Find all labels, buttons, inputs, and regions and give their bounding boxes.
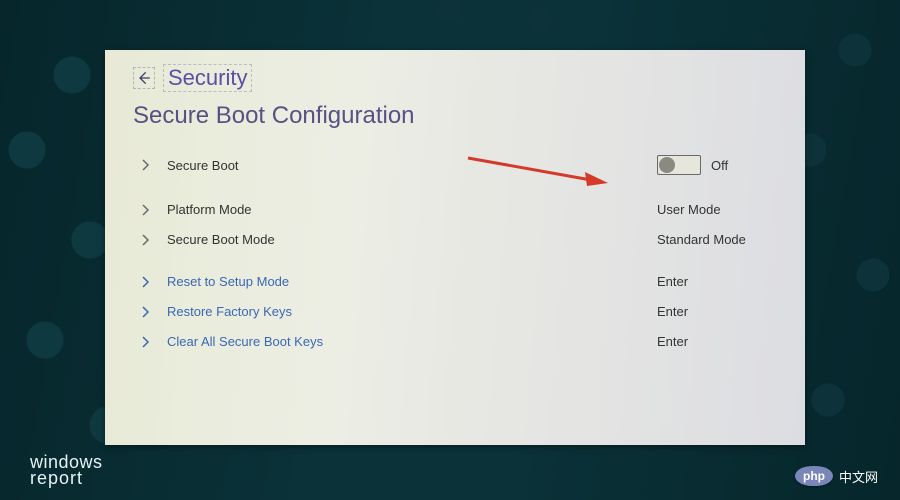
arrow-left-icon [136,70,152,86]
reset-setup-action: Enter [657,274,777,289]
secure-boot-mode-label: Secure Boot Mode [167,232,275,247]
toggle-knob [659,157,675,173]
php-cn-text: 中文网 [839,467,878,486]
row-clear-secure-boot-keys[interactable]: Clear All Secure Boot Keys Enter [133,327,777,357]
row-secure-boot-mode[interactable]: Secure Boot Mode Standard Mode [133,225,777,255]
restore-keys-label: Restore Factory Keys [167,304,292,319]
bios-panel: Security Secure Boot Configuration Secur… [105,50,805,445]
watermark-windows-report: windows report [30,454,103,486]
chevron-right-icon [139,335,153,349]
restore-keys-action: Enter [657,304,777,319]
chevron-right-icon [139,203,153,217]
section-title: Security [163,64,252,92]
chevron-right-icon [139,305,153,319]
clear-keys-label: Clear All Secure Boot Keys [167,334,323,349]
secure-boot-mode-value: Standard Mode [657,232,777,247]
page-title: Secure Boot Configuration [133,102,777,130]
breadcrumb: Security [133,64,777,92]
chevron-right-icon [139,275,153,289]
back-button[interactable] [133,67,155,89]
secure-boot-toggle[interactable] [657,155,701,175]
chevron-right-icon [139,233,153,247]
secure-boot-label: Secure Boot [167,158,239,173]
reset-setup-label: Reset to Setup Mode [167,274,289,289]
row-restore-factory-keys[interactable]: Restore Factory Keys Enter [133,297,777,327]
clear-keys-action: Enter [657,334,777,349]
chevron-right-icon [139,158,153,172]
platform-mode-value: User Mode [657,202,777,217]
secure-boot-toggle-group: Off [657,155,777,175]
row-platform-mode[interactable]: Platform Mode User Mode [133,195,777,225]
watermark-wr-bottom: report [30,470,103,486]
watermark-php-cn: php 中文网 [795,466,878,486]
php-badge: php [795,466,833,486]
row-secure-boot[interactable]: Secure Boot Off [133,148,777,183]
platform-mode-label: Platform Mode [167,202,252,217]
row-reset-setup-mode[interactable]: Reset to Setup Mode Enter [133,267,777,297]
secure-boot-state: Off [711,158,728,173]
